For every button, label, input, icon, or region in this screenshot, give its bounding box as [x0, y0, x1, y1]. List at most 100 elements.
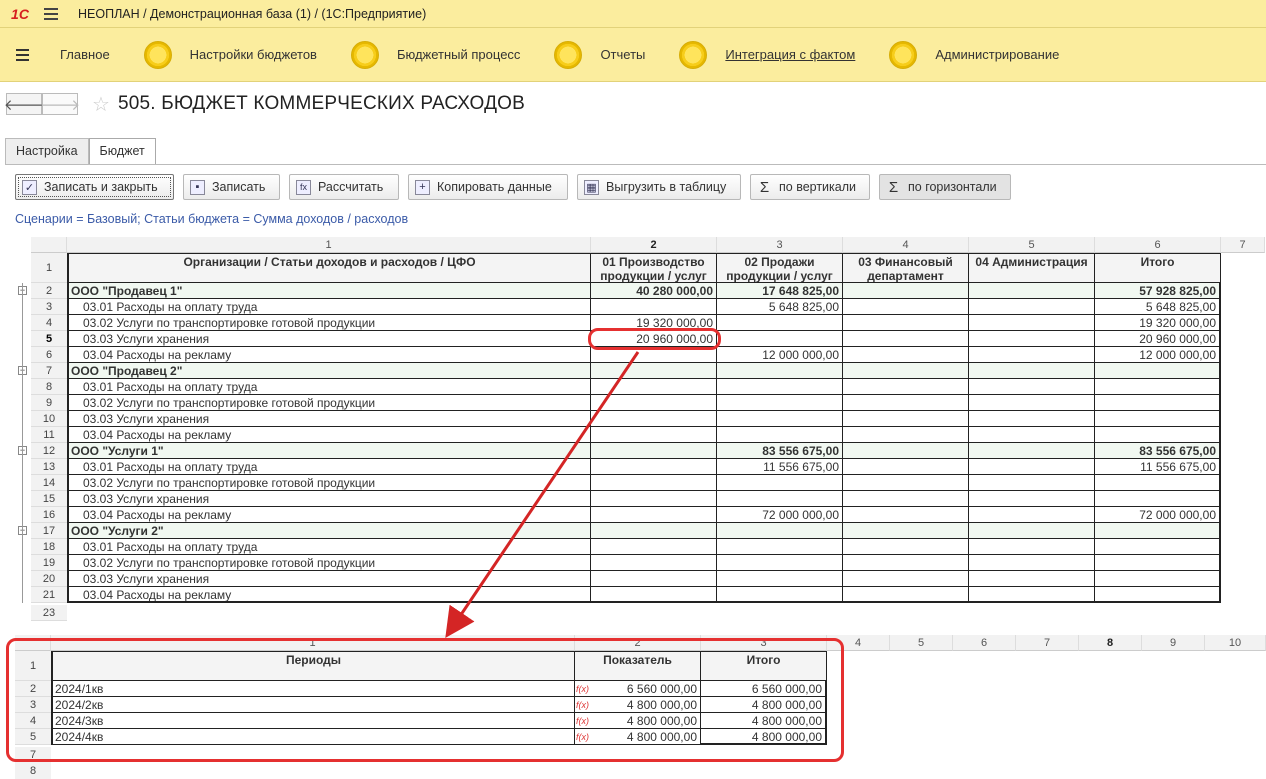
- row-label[interactable]: 03.03 Услуги хранения: [67, 331, 591, 347]
- value-cell[interactable]: [969, 587, 1095, 603]
- column-number-header[interactable]: 3: [717, 237, 843, 253]
- column-header[interactable]: 04 Администрация: [969, 253, 1095, 283]
- row-label[interactable]: ООО "Услуги 2": [67, 523, 591, 539]
- row-number[interactable]: 10: [31, 411, 67, 427]
- row-number[interactable]: 23: [31, 605, 67, 621]
- column-number-header[interactable]: 5: [890, 635, 953, 651]
- menu-item-2[interactable]: Бюджетный процесс: [350, 40, 520, 69]
- value-cell[interactable]: [843, 587, 969, 603]
- column-header[interactable]: 03 Финансовый департамент: [843, 253, 969, 283]
- value-cell[interactable]: [843, 475, 969, 491]
- value-cell[interactable]: [1095, 395, 1221, 411]
- value-cell[interactable]: [717, 571, 843, 587]
- menu-item-3[interactable]: Отчеты: [554, 40, 645, 69]
- value-cell[interactable]: [969, 443, 1095, 459]
- row-label[interactable]: 03.02 Услуги по транспортировке готовой …: [67, 555, 591, 571]
- tab-budget[interactable]: Бюджет: [88, 138, 156, 165]
- row-number[interactable]: 1: [31, 253, 67, 283]
- value-cell[interactable]: [843, 395, 969, 411]
- value-cell[interactable]: 40 280 000,00: [591, 283, 717, 299]
- menu-item-1[interactable]: Настройки бюджетов: [143, 40, 317, 69]
- value-cell[interactable]: [969, 475, 1095, 491]
- value-cell[interactable]: [591, 395, 717, 411]
- value-cell[interactable]: [843, 571, 969, 587]
- save-and-close-button[interactable]: ✓ Записать и закрыть: [15, 174, 174, 200]
- value-cell[interactable]: [843, 507, 969, 523]
- filter-description[interactable]: Сценарии = Базовый; Статьи бюджета = Сум…: [15, 212, 408, 226]
- sum-vertical-button[interactable]: Σпо вертикали: [750, 174, 870, 200]
- value-cell[interactable]: [969, 571, 1095, 587]
- budget-spreadsheet[interactable]: 1 2 3 4 5 6 7 1 Организации / Статьи доходов и р…: [15, 237, 1266, 627]
- value-cell[interactable]: [717, 555, 843, 571]
- value-cell[interactable]: [843, 411, 969, 427]
- value-cell[interactable]: 20 960 000,00: [1095, 331, 1221, 347]
- value-cell[interactable]: [1095, 555, 1221, 571]
- value-cell[interactable]: [717, 411, 843, 427]
- menu-item-4[interactable]: Интеграция с фактом: [679, 40, 855, 69]
- row-label[interactable]: 03.02 Услуги по транспортировке готовой …: [67, 475, 591, 491]
- sections-menu-icon[interactable]: [16, 45, 40, 65]
- row-number[interactable]: 8: [31, 379, 67, 395]
- value-cell[interactable]: [969, 299, 1095, 315]
- value-cell[interactable]: [843, 539, 969, 555]
- row-label[interactable]: 03.03 Услуги хранения: [67, 411, 591, 427]
- row-number[interactable]: 8: [15, 763, 51, 779]
- value-cell[interactable]: [843, 299, 969, 315]
- row-number[interactable]: 16: [31, 507, 67, 523]
- star-icon[interactable]: ☆: [92, 92, 110, 117]
- column-number-header[interactable]: 6: [953, 635, 1016, 651]
- value-cell[interactable]: [969, 507, 1095, 523]
- row-number[interactable]: 4: [31, 315, 67, 331]
- column-number-header[interactable]: 6: [1095, 237, 1221, 253]
- value-cell[interactable]: [1095, 491, 1221, 507]
- value-cell[interactable]: [969, 395, 1095, 411]
- column-number-header[interactable]: 2: [591, 237, 717, 253]
- value-cell[interactable]: [969, 491, 1095, 507]
- column-number-header[interactable]: 9: [1142, 635, 1205, 651]
- value-cell[interactable]: [591, 299, 717, 315]
- value-cell[interactable]: 11 556 675,00: [1095, 459, 1221, 475]
- column-number-header[interactable]: 8: [1079, 635, 1142, 651]
- value-cell[interactable]: [969, 539, 1095, 555]
- row-number[interactable]: 6: [31, 347, 67, 363]
- value-cell[interactable]: [843, 523, 969, 539]
- value-cell[interactable]: [843, 555, 969, 571]
- value-cell[interactable]: [591, 363, 717, 379]
- copy-data-button[interactable]: + Копировать данные: [408, 174, 568, 200]
- row-label[interactable]: ООО "Услуги 1": [67, 443, 591, 459]
- value-cell[interactable]: [591, 555, 717, 571]
- column-header[interactable]: 02 Продажи продукции / услуг: [717, 253, 843, 283]
- value-cell[interactable]: 19 320 000,00: [1095, 315, 1221, 331]
- value-cell[interactable]: [1095, 363, 1221, 379]
- row-number[interactable]: 21: [31, 587, 67, 603]
- row-label[interactable]: 03.02 Услуги по транспортировке готовой …: [67, 395, 591, 411]
- value-cell[interactable]: [1095, 379, 1221, 395]
- value-cell[interactable]: [717, 395, 843, 411]
- value-cell[interactable]: [591, 523, 717, 539]
- row-label[interactable]: 03.04 Расходы на рекламу: [67, 587, 591, 603]
- value-cell[interactable]: [843, 459, 969, 475]
- row-number[interactable]: 7: [31, 363, 67, 379]
- value-cell[interactable]: [969, 411, 1095, 427]
- value-cell[interactable]: [843, 315, 969, 331]
- row-number[interactable]: 5: [31, 331, 67, 347]
- row-label[interactable]: 03.03 Услуги хранения: [67, 571, 591, 587]
- menu-item-5[interactable]: Администрирование: [889, 40, 1059, 69]
- export-to-table-button[interactable]: ▦ Выгрузить в таблицу: [577, 174, 741, 200]
- value-cell[interactable]: [843, 427, 969, 443]
- column-header[interactable]: Итого: [1095, 253, 1221, 283]
- column-header[interactable]: Организации / Статьи доходов и расходов …: [67, 253, 591, 283]
- value-cell[interactable]: [843, 347, 969, 363]
- value-cell[interactable]: [717, 315, 843, 331]
- value-cell[interactable]: 12 000 000,00: [717, 347, 843, 363]
- value-cell[interactable]: [717, 523, 843, 539]
- back-button[interactable]: 🡐: [4, 93, 44, 115]
- value-cell[interactable]: [1095, 427, 1221, 443]
- column-number-header[interactable]: 1: [67, 237, 591, 253]
- value-cell[interactable]: [591, 587, 717, 603]
- value-cell[interactable]: [969, 315, 1095, 331]
- value-cell[interactable]: 72 000 000,00: [717, 507, 843, 523]
- corner-cell[interactable]: [31, 237, 67, 253]
- row-label[interactable]: 03.01 Расходы на оплату труда: [67, 379, 591, 395]
- value-cell[interactable]: [969, 379, 1095, 395]
